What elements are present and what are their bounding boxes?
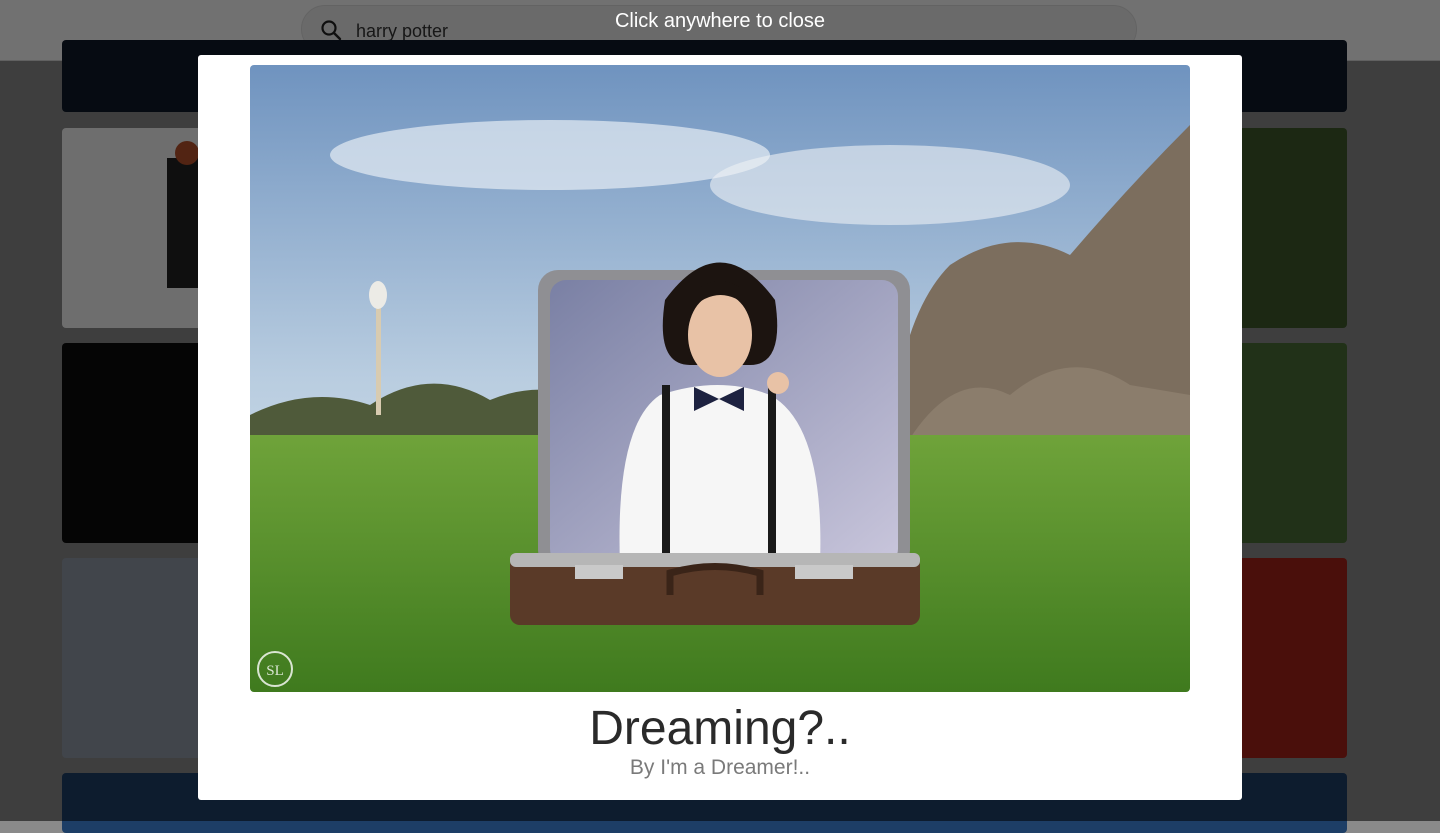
- photo-title: Dreaming?..: [589, 702, 851, 755]
- close-hint[interactable]: Click anywhere to close: [0, 10, 1440, 33]
- svg-text:SL: SL: [266, 663, 284, 679]
- lightbox-photo: SL: [250, 65, 1190, 692]
- lightbox-modal: SL Dreaming?.. By I'm a Dreamer!..: [198, 55, 1242, 800]
- photo-author[interactable]: By I'm a Dreamer!..: [198, 755, 1242, 781]
